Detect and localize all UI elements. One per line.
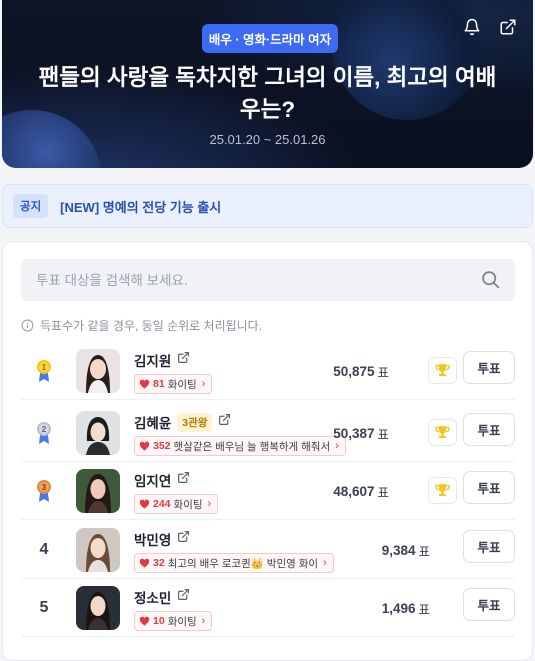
trophy-button[interactable] — [428, 477, 457, 504]
rank-number: 5 — [39, 599, 49, 616]
avatar[interactable] — [76, 411, 120, 455]
cheer-text: 화이팅 — [167, 378, 197, 391]
trophy-icon — [435, 364, 450, 377]
trophy-button[interactable] — [428, 419, 457, 446]
notice-tag: 공지 — [13, 194, 49, 218]
candidate-name[interactable]: 정소민 — [134, 587, 171, 607]
ranking-row: 1 김지원 81 화이팅 › 50,875 표 투표 — [21, 342, 515, 400]
title-count-badge: 3관왕 — [177, 412, 213, 432]
cheer-message[interactable]: 244 화이팅 › — [134, 494, 219, 514]
vote-button[interactable]: 투표 — [463, 351, 515, 384]
svg-text:1: 1 — [42, 363, 47, 372]
external-link-icon[interactable] — [218, 413, 231, 431]
cheer-count: 81 — [153, 378, 165, 390]
external-link-icon[interactable] — [177, 588, 190, 606]
vote-count: 48,607 표 — [333, 483, 389, 500]
cheer-text: 화이팅 — [173, 498, 203, 511]
notice-text[interactable]: [NEW] 명예의 전당 기능 출시 — [60, 197, 221, 216]
search-input[interactable] — [36, 272, 456, 288]
candidate-name[interactable]: 김혜윤 — [134, 412, 171, 432]
candidate-name[interactable]: 임지연 — [134, 470, 171, 490]
vote-button[interactable]: 투표 — [463, 413, 515, 446]
info-text: 득표수가 같을 경우, 동일 순위로 처리됩니다. — [40, 319, 263, 333]
cheer-message[interactable]: 81 화이팅 › — [134, 374, 213, 394]
cheer-count: 244 — [153, 498, 171, 510]
cheer-message[interactable]: 10 화이팅 › — [134, 611, 213, 631]
vote-count: 50,387 표 — [333, 425, 389, 442]
chevron-right-icon: › — [201, 615, 206, 627]
header-actions — [461, 16, 519, 38]
info-note: 득표수가 같을 경우, 동일 순위로 처리됩니다. — [21, 317, 262, 334]
cheer-text: 최고의 배우 로코퀸👑 박민영 화이 — [167, 557, 319, 570]
cheer-message[interactable]: 352 햇살같은 배우님 늘 행복하게 해줘서 › — [134, 436, 346, 456]
search-icon[interactable] — [480, 269, 501, 295]
avatar[interactable] — [76, 349, 120, 393]
ranking-row: 3 임지연 244 화이팅 › 48,607 표 투표 — [21, 462, 515, 520]
info-icon — [21, 319, 34, 332]
hero-banner: 배우 · 영화·드라마 여자 팬들의 사랑을 독차지한 그녀의 이름, 최고의 … — [2, 0, 533, 168]
trophy-icon — [435, 484, 450, 497]
vote-button[interactable]: 투표 — [463, 588, 515, 621]
rank-medal-bronze-icon: 3 — [33, 462, 55, 520]
ranking-panel: 득표수가 같을 경우, 동일 순위로 처리됩니다. 1 김지원 81 화이팅 ›… — [2, 241, 533, 661]
trophy-button[interactable] — [428, 357, 457, 384]
cheer-text: 화이팅 — [167, 615, 197, 628]
cheer-text: 햇살같은 배우님 늘 행복하게 해줘서 — [173, 440, 331, 453]
vote-count: 50,875 표 — [333, 363, 389, 380]
svg-text:3: 3 — [42, 483, 47, 492]
avatar[interactable] — [76, 469, 120, 513]
rank-medal-gold-icon: 1 — [33, 342, 55, 400]
candidate-name[interactable]: 박민영 — [134, 529, 171, 549]
bell-icon[interactable] — [461, 16, 483, 38]
trophy-icon — [435, 426, 450, 439]
rank-medal-silver-icon: 2 — [33, 404, 55, 462]
candidate-name[interactable]: 김지원 — [134, 350, 171, 370]
notice-bar[interactable]: 공지 [NEW] 명예의 전당 기능 출시 — [2, 184, 533, 228]
ranking-row: 4 박민영 32 최고의 배우 로코퀸👑 박민영 화이 › 9,384 표 투표 — [21, 521, 515, 579]
search-box[interactable] — [21, 259, 515, 301]
vote-button[interactable]: 투표 — [463, 530, 515, 563]
vote-button[interactable]: 투표 — [463, 471, 515, 504]
chevron-right-icon: › — [323, 557, 327, 569]
heart-icon — [139, 616, 150, 626]
chevron-right-icon: › — [207, 498, 212, 510]
avatar[interactable] — [76, 586, 120, 630]
avatar[interactable] — [76, 528, 120, 572]
cheer-count: 352 — [153, 440, 171, 452]
vote-count: 1,496 표 — [381, 600, 430, 617]
vote-count: 9,384 표 — [381, 542, 430, 559]
external-link-icon[interactable] — [177, 351, 190, 369]
cheer-message[interactable]: 32 최고의 배우 로코퀸👑 박민영 화이 › — [134, 553, 334, 573]
heart-icon — [139, 379, 150, 389]
page-title: 팬들의 사랑을 독차지한 그녀의 이름, 최고의 여배우는? — [38, 65, 497, 122]
heart-icon — [139, 499, 150, 509]
heart-icon — [139, 441, 150, 451]
share-icon[interactable] — [497, 16, 519, 38]
cheer-count: 10 — [153, 615, 165, 627]
external-link-icon[interactable] — [177, 530, 190, 548]
heart-icon — [139, 558, 150, 568]
rank-number: 4 — [39, 541, 49, 558]
ranking-row: 5 정소민 10 화이팅 › 1,496 표 투표 — [21, 579, 515, 637]
category-badge: 배우 · 영화·드라마 여자 — [202, 24, 338, 53]
cheer-count: 32 — [153, 557, 165, 569]
chevron-right-icon: › — [201, 378, 206, 390]
svg-text:2: 2 — [42, 425, 47, 434]
external-link-icon[interactable] — [177, 471, 190, 489]
date-range: 25.01.20 ~ 25.01.26 — [209, 132, 326, 147]
ranking-row: 2 김혜윤 3관왕 352 햇살같은 배우님 늘 행복하게 해줘서 › 50,3… — [21, 404, 515, 462]
